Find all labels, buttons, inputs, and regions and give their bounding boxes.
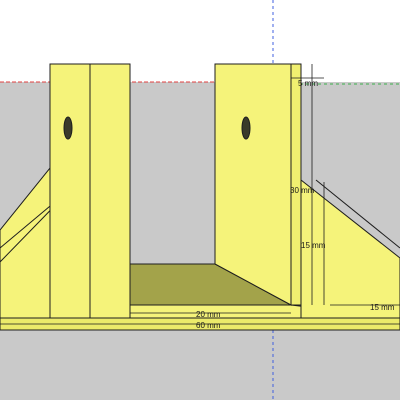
model-scene[interactable]: 5 mm 30 mm 15 mm 15 mm 20 mm 60 mm — [0, 0, 400, 400]
dim-height-lower: 15 mm — [301, 241, 326, 250]
dim-overall-width: 60 mm — [196, 321, 221, 330]
left-upright-front[interactable] — [89, 63, 131, 319]
3d-viewport[interactable]: 5 mm 30 mm 15 mm 15 mm 20 mm 60 mm — [0, 0, 400, 400]
right-upright-inner[interactable] — [214, 63, 292, 306]
dim-height-upper: 30 mm — [290, 186, 315, 195]
left-mounting-hole[interactable] — [63, 116, 73, 140]
dim-inner-width: 20 mm — [196, 310, 221, 319]
right-mounting-hole[interactable] — [241, 116, 251, 140]
dim-top-thickness: 5 mm — [298, 79, 318, 88]
left-upright-side[interactable] — [49, 63, 91, 319]
dim-base-extension: 15 mm — [370, 303, 395, 312]
right-upright-front[interactable] — [290, 63, 302, 306]
